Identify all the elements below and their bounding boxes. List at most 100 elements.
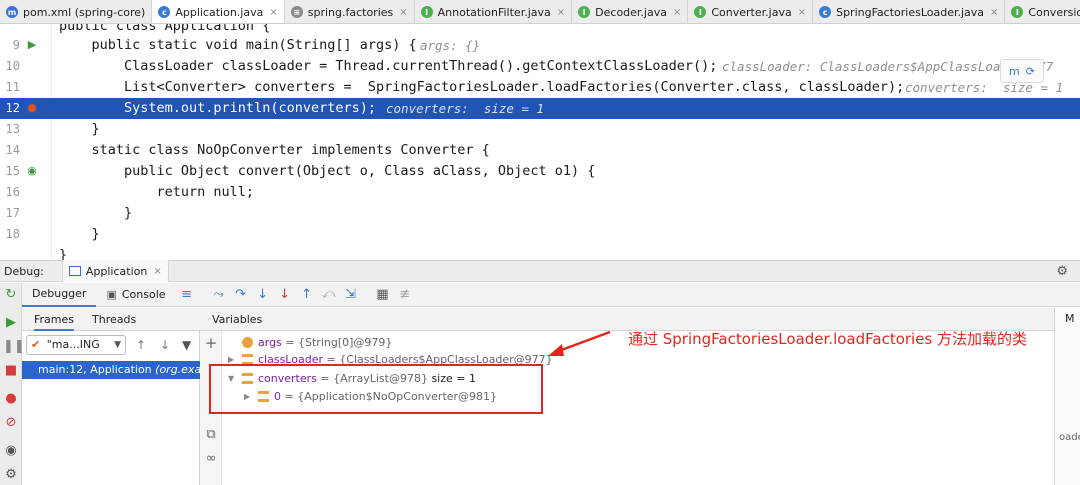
line-number: 17	[5, 206, 20, 220]
line-number: 16	[5, 185, 20, 199]
tab-frames[interactable]: Frames	[34, 308, 75, 331]
debug-side-toolbar: ↻ ▶ ❚❚ ■ ● ⊘ ◉ ⚙	[0, 283, 25, 485]
resume-icon[interactable]: ▶	[3, 315, 19, 331]
tab-label: SpringFactoriesLoader.java	[836, 5, 985, 19]
drop-frame-icon[interactable]: ⤺	[321, 287, 337, 303]
application-icon	[68, 266, 81, 276]
code-line[interactable]: 18 }	[0, 224, 1080, 245]
run-to-cursor-icon[interactable]: ⇲	[343, 287, 359, 303]
code-line[interactable]: 16 return null;	[0, 182, 1080, 203]
camera-icon[interactable]: ◉	[3, 443, 19, 459]
tab-7[interactable]: IConversionService.java×	[1005, 0, 1080, 23]
debug-label: Debug:	[4, 264, 44, 278]
pause-icon[interactable]: ❚❚	[3, 339, 25, 355]
next-frame-icon[interactable]: ↓	[160, 338, 170, 352]
code-text: List<Converter> converters = SpringFacto…	[59, 79, 905, 95]
tab-5[interactable]: I Converter.java ×	[688, 0, 814, 23]
close-icon[interactable]: ×	[153, 266, 161, 277]
code-line[interactable]: 9 public static void main(String[] args)…	[0, 35, 1080, 56]
code-text: public Object convert(Object o, Class aC…	[59, 163, 596, 179]
variable-name: args	[258, 336, 282, 349]
breakpoint-icon[interactable]: ●	[24, 100, 40, 116]
class-icon: c	[819, 6, 832, 18]
step-over-icon[interactable]: ↷	[233, 287, 249, 303]
code-line[interactable]: 17 }	[0, 203, 1080, 224]
step-into-icon[interactable]: ↓	[255, 287, 271, 303]
code-line[interactable]: 11 List<Converter> converters = SpringFa…	[0, 77, 1080, 98]
tab-console[interactable]: ▣ Console	[96, 283, 175, 307]
add-watch-icon[interactable]: +	[203, 335, 219, 351]
tab-label: Decoder.java	[595, 5, 667, 19]
show-execution-point-icon[interactable]: ⤳	[211, 287, 227, 303]
view-breakpoints-icon[interactable]: ●	[3, 391, 19, 407]
frame-row[interactable]: main:12, Application (org.exa	[22, 361, 200, 379]
prev-frame-icon[interactable]: ↑	[136, 338, 146, 352]
code-line[interactable]: 14 static class NoOpConverter implements…	[0, 140, 1080, 161]
close-icon[interactable]: ×	[990, 7, 998, 18]
stop-icon[interactable]: ■	[3, 363, 19, 379]
class-icon: c	[158, 6, 171, 18]
code-text: ClassLoader classLoader = Thread.current…	[59, 58, 718, 74]
tab-label: AnnotationFilter.java	[437, 5, 551, 19]
tab-0[interactable]: m pom.xml (spring-core)	[0, 0, 153, 23]
code-line[interactable]: 13 }	[0, 119, 1080, 140]
code-editor[interactable]: public class Application {9 public stati…	[0, 24, 1080, 260]
tab-1[interactable]: c Application.java ×	[152, 0, 285, 23]
settings-icon[interactable]: ⚙	[3, 467, 19, 483]
code-line[interactable]: 15 public Object convert(Object o, Class…	[0, 161, 1080, 182]
tab-3[interactable]: I AnnotationFilter.java ×	[415, 0, 573, 23]
debug-config-label: Application	[85, 264, 148, 278]
tab-label: ConversionService.java	[1028, 5, 1080, 19]
debug-config-tab[interactable]: Application ×	[61, 260, 169, 282]
gear-icon[interactable]: ⚙	[1056, 264, 1068, 279]
close-icon[interactable]: ×	[399, 7, 407, 18]
annotation-highlight-box	[209, 364, 543, 414]
close-icon[interactable]: ×	[798, 7, 806, 18]
code-line[interactable]: 10 ClassLoader classLoader = Thread.curr…	[0, 56, 1080, 77]
tab-2[interactable]: ≡ spring.factories ×	[285, 0, 415, 23]
tab-label: Converter.java	[711, 5, 792, 19]
force-step-into-icon[interactable]: ↓	[277, 287, 293, 303]
code-line[interactable]: }	[0, 245, 1080, 260]
tab-6[interactable]: c SpringFactoriesLoader.java ×	[813, 0, 1006, 23]
implements-icon[interactable]: ◉	[24, 163, 40, 179]
debugger-toolbar: Debugger ▣ Console ≡ ⤳ ↷ ↓ ↓ ↑ ⤺ ⇲ ▦ ≢	[22, 283, 1080, 307]
code-text: System.out.println(converters);	[59, 100, 376, 116]
copy-icon[interactable]: ⧉	[203, 427, 219, 443]
code-line[interactable]: 12 System.out.println(converters); conver…	[0, 98, 1080, 119]
evaluate-expression-icon[interactable]: ▦	[375, 287, 391, 303]
maven-icon: m	[6, 6, 18, 18]
console-icon: ▣	[106, 288, 117, 301]
tab-label: Application.java	[175, 5, 264, 19]
tab-debugger[interactable]: Debugger	[22, 283, 97, 307]
step-out-icon[interactable]: ↑	[299, 287, 315, 303]
line-number: 15	[5, 164, 20, 178]
trace-icon[interactable]: ≢	[397, 287, 413, 303]
debug-tool-window-header: Debug: Application × ⚙	[0, 260, 1080, 282]
code-text: }	[59, 205, 133, 221]
tab-label: pom.xml (spring-core)	[23, 5, 146, 19]
filter-icon[interactable]: ▼	[182, 338, 191, 352]
maven-icon[interactable]: m	[1009, 65, 1020, 78]
glasses-icon[interactable]: ∞	[203, 451, 219, 467]
tab-4[interactable]: I Decoder.java ×	[572, 0, 689, 23]
line-number: 18	[5, 227, 20, 241]
refresh-icon[interactable]: ⟳	[1026, 65, 1035, 78]
run-icon[interactable]: ▶	[24, 37, 40, 53]
interface-icon: I	[1011, 6, 1024, 18]
menu-icon[interactable]: ≡	[179, 287, 195, 303]
interface-icon: I	[694, 6, 707, 18]
tab-threads[interactable]: Threads	[92, 308, 136, 331]
close-icon[interactable]: ×	[557, 7, 565, 18]
memory-header: M	[1065, 312, 1075, 325]
memory-status: oaded	[1059, 432, 1080, 443]
line-number: 13	[5, 122, 20, 136]
thread-select[interactable]: ✔ "ma...ING ▼	[26, 335, 126, 355]
inline-debug-hint: args: {}	[420, 38, 481, 53]
editor-floating-toolbar[interactable]: m ⟳	[1000, 59, 1044, 83]
close-icon[interactable]: ×	[269, 7, 277, 18]
annotation-arrow	[548, 330, 611, 356]
close-icon[interactable]: ×	[673, 7, 681, 18]
mute-breakpoints-icon[interactable]: ⊘	[3, 415, 19, 431]
rerun-icon[interactable]: ↻	[3, 287, 19, 303]
